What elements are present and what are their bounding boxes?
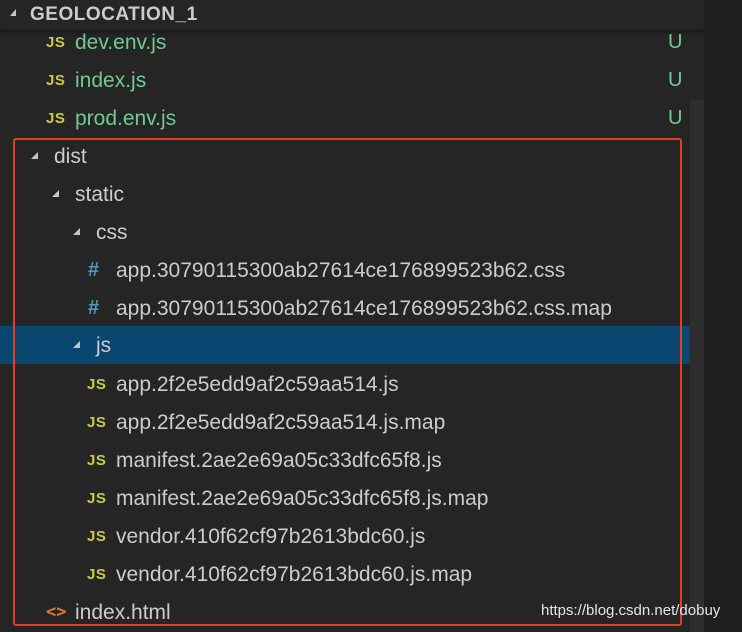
tree-item-label: vendor.410f62cf97b2613bdc60.js.map (116, 563, 473, 586)
js-file-icon: JS (87, 490, 107, 507)
tree-item-prod-env-js[interactable]: JS prod.env.js U (0, 99, 704, 137)
tree-item-app-js[interactable]: JS app.2f2e5edd9af2c59aa514.js (0, 365, 704, 403)
tree-item-label: prod.env.js (75, 107, 177, 130)
tree-item-label: manifest.2ae2e69a05c33dfc65f8.js.map (116, 487, 489, 510)
js-file-icon: JS (46, 34, 66, 51)
js-file-icon: JS (87, 414, 107, 431)
tree-folder-static[interactable]: static (0, 175, 704, 213)
js-file-icon: JS (46, 110, 66, 127)
watermark-text: https://blog.csdn.net/dobuy (541, 602, 721, 619)
file-explorer: GEOLOCATION_1 JS dev.env.js U JS index.j… (0, 0, 704, 632)
tree-item-app-css-map[interactable]: # app.30790115300ab27614ce176899523b62.c… (0, 289, 704, 327)
tree-item-label: app.30790115300ab27614ce176899523b62.css (116, 259, 566, 282)
tree-item-app-css[interactable]: # app.30790115300ab27614ce176899523b62.c… (0, 251, 704, 289)
git-untracked-badge: U (668, 107, 683, 129)
css-file-icon: # (88, 259, 100, 281)
tree-item-label: index.js (75, 69, 147, 92)
tree-item-label: dev.env.js (75, 31, 167, 54)
explorer-section-header[interactable]: GEOLOCATION_1 (0, 0, 704, 30)
tree-item-label: index.html (75, 601, 171, 624)
editor-edge (704, 0, 742, 632)
js-file-icon: JS (87, 528, 107, 545)
folder-expanded-twisty-icon[interactable] (73, 228, 80, 235)
tree-item-label: dist (54, 145, 87, 168)
folder-expanded-twisty-icon[interactable] (31, 152, 38, 159)
css-file-icon: # (88, 297, 100, 319)
tree-item-label: vendor.410f62cf97b2613bdc60.js (116, 525, 426, 548)
tree-item-app-js-map[interactable]: JS app.2f2e5edd9af2c59aa514.js.map (0, 403, 704, 441)
folder-expanded-twisty-icon[interactable] (73, 341, 80, 348)
js-file-icon: JS (87, 566, 107, 583)
vertical-scrollbar[interactable] (690, 100, 704, 632)
tree-item-label: static (75, 183, 125, 206)
section-title: GEOLOCATION_1 (30, 4, 198, 25)
tree-item-label: app.30790115300ab27614ce176899523b62.css… (116, 297, 612, 320)
tree-item-index-js[interactable]: JS index.js U (0, 61, 704, 99)
tree-folder-css[interactable]: css (0, 213, 704, 251)
tree-item-label: css (96, 221, 128, 244)
tree-item-manifest-js[interactable]: JS manifest.2ae2e69a05c33dfc65f8.js (0, 441, 704, 479)
git-untracked-badge: U (668, 31, 683, 53)
tree-item-label: app.2f2e5edd9af2c59aa514.js.map (116, 411, 446, 434)
tree-item-label: js (96, 334, 112, 357)
tree-folder-dist[interactable]: dist (0, 137, 704, 175)
tree-item-vendor-js-map[interactable]: JS vendor.410f62cf97b2613bdc60.js.map (0, 555, 704, 593)
folder-expanded-twisty-icon[interactable] (52, 190, 59, 197)
html-file-icon: <> (46, 602, 67, 622)
section-collapse-icon[interactable] (10, 9, 16, 16)
js-file-icon: JS (87, 452, 107, 469)
tree-item-label: manifest.2ae2e69a05c33dfc65f8.js (116, 449, 442, 472)
tree-item-manifest-js-map[interactable]: JS manifest.2ae2e69a05c33dfc65f8.js.map (0, 479, 704, 517)
git-untracked-badge: U (668, 69, 683, 91)
tree-item-label: app.2f2e5edd9af2c59aa514.js (116, 373, 399, 396)
js-file-icon: JS (87, 376, 107, 393)
tree-item-vendor-js[interactable]: JS vendor.410f62cf97b2613bdc60.js (0, 517, 704, 555)
js-file-icon: JS (46, 72, 66, 89)
tree-folder-js[interactable]: js (0, 326, 704, 364)
